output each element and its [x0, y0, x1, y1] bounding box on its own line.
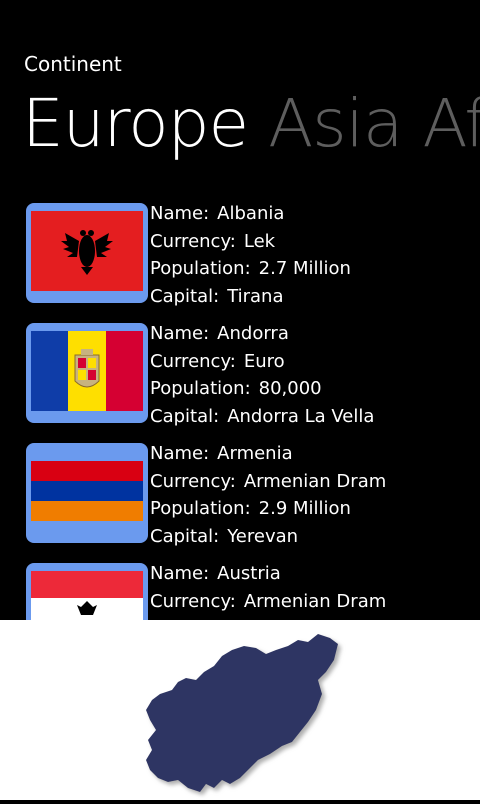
country-name: Armenia: [217, 443, 293, 464]
pivot-item-europe[interactable]: Europe: [22, 85, 249, 162]
country-currency: Euro: [243, 350, 285, 372]
country-list[interactable]: Name: Albania Currency: Lek Population: 2.7…: [0, 200, 480, 620]
name-label: Name:: [150, 203, 210, 224]
country-population: 2.9 Million: [258, 498, 351, 519]
name-label: Name:: [150, 443, 210, 464]
flag-frame: [26, 203, 148, 303]
country-name: Andorra: [217, 323, 289, 344]
name-label: Name:: [150, 563, 210, 584]
flag-frame: [26, 443, 148, 543]
austria-flag-icon: [31, 571, 143, 620]
country-capital: Andorra La Vella: [227, 405, 375, 427]
list-item[interactable]: Name: Albania Currency: Lek Population: 2.7…: [26, 200, 480, 308]
country-currency: Armenian Dram: [243, 470, 387, 492]
country-capital: Tirana: [227, 285, 284, 307]
capital-label: Capital:: [150, 405, 220, 427]
list-item[interactable]: Name: Austria Currency: Armenian Dram: [26, 560, 480, 620]
app-title: Continent: [24, 52, 122, 76]
country-info: Name: Armenia Currency: Armenian Dram Popu…: [150, 440, 386, 550]
list-item[interactable]: Name: Armenia Currency: Armenian Dram Popu…: [26, 440, 480, 548]
currency-label: Currency:: [150, 470, 236, 492]
flag-frame: [26, 563, 148, 620]
capital-label: Capital:: [150, 285, 220, 307]
country-currency: Lek: [243, 230, 276, 252]
country-info: Name: Albania Currency: Lek Population: 2.7…: [150, 200, 351, 310]
capital-label: Capital:: [150, 525, 220, 547]
country-population: 80,000: [258, 378, 322, 399]
population-label: Population:: [150, 258, 251, 279]
europe-map-icon: [146, 634, 338, 792]
list-item[interactable]: Name: Andorra Currency: Euro Population: 80…: [26, 320, 480, 428]
country-info: Name: Andorra Currency: Euro Population: 80…: [150, 320, 374, 430]
andorra-flag-icon: [31, 331, 143, 411]
country-name: Austria: [217, 563, 281, 584]
country-population: 2.7 Million: [258, 258, 351, 279]
flag-frame: [26, 323, 148, 423]
albania-flag-icon: [31, 211, 143, 291]
name-label: Name:: [150, 323, 210, 344]
currency-label: Currency:: [150, 350, 236, 372]
pivot-item-africa[interactable]: Af: [422, 85, 480, 162]
currency-label: Currency:: [150, 230, 236, 252]
country-name: Albania: [217, 203, 285, 224]
country-currency: Armenian Dram: [243, 590, 387, 612]
country-info: Name: Austria Currency: Armenian Dram: [150, 560, 386, 615]
population-label: Population:: [150, 498, 251, 519]
continent-pivot: Europe Asia Af: [22, 84, 480, 164]
country-capital: Yerevan: [227, 525, 299, 547]
map-panel: [0, 620, 480, 800]
pivot-item-asia[interactable]: Asia: [268, 85, 403, 162]
population-label: Population:: [150, 378, 251, 399]
currency-label: Currency:: [150, 590, 236, 612]
armenia-flag-icon: [31, 451, 143, 531]
